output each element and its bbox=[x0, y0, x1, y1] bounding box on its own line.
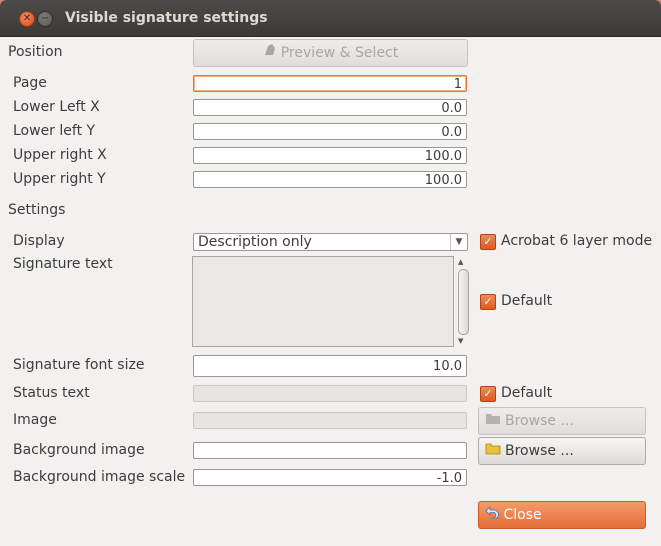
scroll-thumb[interactable] bbox=[458, 269, 469, 335]
signature-default-checkbox[interactable]: ✓ bbox=[480, 294, 496, 310]
undo-arrow-icon bbox=[485, 506, 503, 523]
signature-text-label: Signature text bbox=[13, 256, 113, 272]
chevron-down-icon: ▼ bbox=[450, 234, 467, 250]
lower-left-x-label: Lower Left X bbox=[13, 99, 100, 115]
signature-text-scrollbar[interactable]: ▲ ▼ bbox=[456, 258, 470, 347]
minimize-icon: − bbox=[40, 13, 50, 24]
upper-right-x-label: Upper right X bbox=[13, 147, 107, 163]
image-label: Image bbox=[13, 412, 57, 428]
image-browse-button[interactable]: Browse ... bbox=[478, 407, 646, 435]
lower-left-y-input[interactable]: 0.0 bbox=[193, 123, 467, 140]
position-header: Position bbox=[8, 44, 63, 60]
signature-text-area[interactable] bbox=[192, 256, 454, 347]
page-input[interactable]: 1 bbox=[193, 75, 467, 92]
display-select-value: Description only bbox=[198, 234, 312, 250]
preview-select-label: Preview & Select bbox=[280, 45, 399, 61]
background-image-label: Background image bbox=[13, 442, 145, 458]
preview-select-button[interactable]: Preview & Select bbox=[193, 39, 468, 67]
background-scale-input[interactable]: -1.0 bbox=[193, 469, 467, 486]
font-size-input[interactable]: 10.0 bbox=[193, 355, 467, 377]
background-browse-button[interactable]: Browse ... bbox=[478, 437, 646, 465]
lower-left-x-input[interactable]: 0.0 bbox=[193, 99, 467, 116]
signature-icon bbox=[263, 40, 277, 66]
status-default-label: Default bbox=[501, 385, 553, 401]
signature-default-label: Default bbox=[501, 293, 553, 309]
status-text-label: Status text bbox=[13, 385, 90, 401]
dialog-window: ✕ − Visible signature settings Position … bbox=[0, 0, 661, 546]
scroll-up-icon[interactable]: ▲ bbox=[458, 258, 463, 266]
close-button-label: Close bbox=[503, 507, 542, 523]
display-label: Display bbox=[13, 233, 65, 249]
close-button[interactable]: Close bbox=[478, 501, 646, 529]
scroll-down-icon[interactable]: ▼ bbox=[458, 337, 463, 345]
upper-right-x-input[interactable]: 100.0 bbox=[193, 147, 467, 164]
background-image-input[interactable] bbox=[193, 442, 467, 459]
folder-icon bbox=[485, 408, 501, 434]
close-window-button[interactable]: ✕ bbox=[19, 11, 35, 27]
minimize-window-button[interactable]: − bbox=[37, 11, 53, 27]
settings-header: Settings bbox=[8, 202, 66, 218]
image-input[interactable] bbox=[193, 412, 467, 429]
window-title: Visible signature settings bbox=[65, 10, 268, 26]
background-scale-label: Background image scale bbox=[13, 469, 186, 485]
display-select[interactable]: Description only ▼ bbox=[193, 233, 468, 251]
image-browse-label: Browse ... bbox=[505, 413, 574, 429]
status-default-checkbox[interactable]: ✓ bbox=[480, 386, 496, 402]
folder-icon bbox=[485, 438, 501, 464]
page-label: Page bbox=[13, 75, 47, 91]
title-bar: ✕ − Visible signature settings bbox=[0, 0, 661, 37]
upper-right-y-input[interactable]: 100.0 bbox=[193, 171, 467, 188]
acrobat-layer-label: Acrobat 6 layer mode bbox=[501, 233, 653, 249]
close-icon: ✕ bbox=[22, 13, 32, 24]
font-size-label: Signature font size bbox=[13, 357, 145, 373]
upper-right-y-label: Upper right Y bbox=[13, 171, 106, 187]
acrobat-layer-checkbox[interactable]: ✓ bbox=[480, 234, 496, 250]
status-text-input[interactable] bbox=[193, 385, 467, 402]
background-browse-label: Browse ... bbox=[505, 443, 574, 459]
lower-left-y-label: Lower left Y bbox=[13, 123, 96, 139]
